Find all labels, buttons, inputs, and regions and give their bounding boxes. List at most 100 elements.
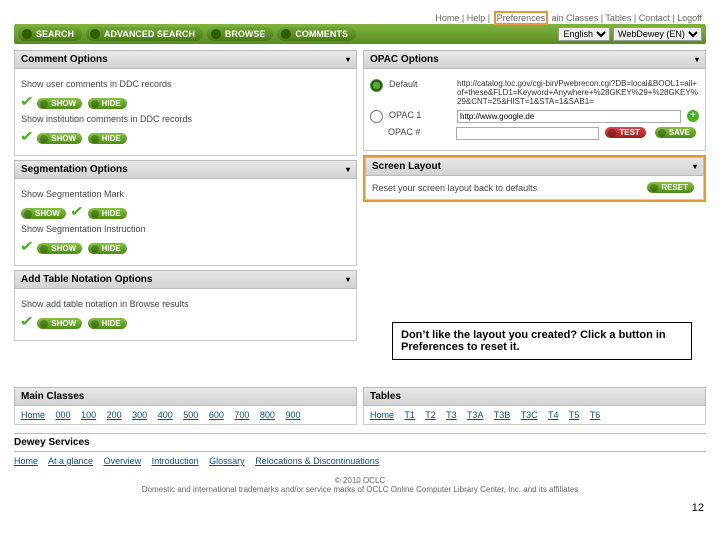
hide-button-5[interactable]: HIDE bbox=[88, 318, 127, 329]
tables-links: Home T1 T2 T3 T3A T3B T3C T4 T5 T6 bbox=[363, 406, 706, 425]
check-icon: ✔ bbox=[20, 313, 34, 330]
mc-900[interactable]: 900 bbox=[285, 410, 300, 420]
opac-default-radio[interactable] bbox=[370, 79, 383, 92]
search-button[interactable]: SEARCH bbox=[18, 27, 82, 41]
opac-title: OPAC Options bbox=[370, 54, 439, 65]
add-opac-icon[interactable]: + bbox=[687, 110, 699, 122]
mc-home[interactable]: Home bbox=[21, 410, 45, 420]
check-icon: ✔ bbox=[20, 238, 34, 255]
tbl-t3c[interactable]: T3C bbox=[521, 410, 538, 420]
screen-layout-header[interactable]: Screen Layout ▾ bbox=[365, 157, 704, 176]
test-button[interactable]: TEST bbox=[605, 127, 645, 138]
topnav-tables[interactable]: Tables bbox=[605, 13, 631, 23]
show-button-1[interactable]: SHOW bbox=[37, 98, 82, 109]
topnav-mainclasses[interactable]: ain Classes bbox=[552, 13, 599, 23]
callout-box: Don’t like the layout you created? Click… bbox=[392, 322, 692, 360]
top-nav: Home | Help | Preferences ain Classes | … bbox=[14, 12, 706, 24]
comment-inst-label: Show institution comments in DDC records bbox=[21, 114, 350, 124]
screen-layout-title: Screen Layout bbox=[372, 161, 441, 172]
tbl-t5[interactable]: T5 bbox=[569, 410, 580, 420]
tbl-t3b[interactable]: T3B bbox=[494, 410, 511, 420]
tables-header: Tables bbox=[363, 387, 706, 406]
advanced-search-button[interactable]: ADVANCED SEARCH bbox=[86, 27, 203, 41]
mc-000[interactable]: 000 bbox=[56, 410, 71, 420]
tbl-t2[interactable]: T2 bbox=[425, 410, 436, 420]
table-notation-title: Add Table Notation Options bbox=[21, 274, 152, 285]
screen-layout-text: Reset your screen layout back to default… bbox=[372, 183, 637, 193]
dw-glance[interactable]: At a glance bbox=[48, 456, 93, 466]
opac1-label: OPAC 1 bbox=[389, 110, 451, 120]
dw-intro[interactable]: Introduction bbox=[152, 456, 199, 466]
main-classes-links: Home 000 100 200 300 400 500 600 700 800… bbox=[14, 406, 357, 425]
check-icon: ✔ bbox=[20, 93, 34, 110]
dewey-services-header: Dewey Services bbox=[14, 433, 706, 452]
nav-bar: SEARCH ADVANCED SEARCH BROWSE COMMENTS E… bbox=[14, 24, 706, 44]
seg-instr-label: Show Segmentation Instruction bbox=[21, 224, 350, 234]
dw-glossary[interactable]: Glossary bbox=[209, 456, 245, 466]
caret-icon: ▾ bbox=[346, 275, 350, 284]
hide-button-2[interactable]: HIDE bbox=[88, 133, 127, 144]
opac1-input[interactable] bbox=[457, 110, 681, 123]
dw-home[interactable]: Home bbox=[14, 456, 38, 466]
show-button-5[interactable]: SHOW bbox=[37, 318, 82, 329]
mc-100[interactable]: 100 bbox=[81, 410, 96, 420]
segmentation-title: Segmentation Options bbox=[21, 164, 128, 175]
dw-overview[interactable]: Overview bbox=[104, 456, 142, 466]
mc-800[interactable]: 800 bbox=[260, 410, 275, 420]
page-number: 12 bbox=[0, 498, 720, 520]
caret-icon: ▾ bbox=[346, 165, 350, 174]
hide-button-4[interactable]: HIDE bbox=[88, 243, 127, 254]
hide-button-1[interactable]: HIDE bbox=[88, 98, 127, 109]
tbl-home[interactable]: Home bbox=[370, 410, 394, 420]
table-notation-header[interactable]: Add Table Notation Options ▾ bbox=[14, 270, 357, 289]
save-button[interactable]: SAVE bbox=[655, 127, 696, 138]
topnav-logoff[interactable]: Logoff bbox=[677, 13, 702, 23]
mc-700[interactable]: 700 bbox=[234, 410, 249, 420]
table-notation-label: Show add table notation in Browse result… bbox=[21, 299, 350, 309]
mc-500[interactable]: 500 bbox=[183, 410, 198, 420]
footer-copyright: © 2010 OCLC bbox=[14, 476, 706, 485]
topnav-contact[interactable]: Contact bbox=[639, 13, 670, 23]
browse-button[interactable]: BROWSE bbox=[207, 27, 274, 41]
tbl-t3a[interactable]: T3A bbox=[467, 410, 484, 420]
check-icon: ✔ bbox=[20, 128, 34, 145]
comment-users-label: Show user comments in DDC records bbox=[21, 79, 350, 89]
caret-icon: ▾ bbox=[346, 55, 350, 64]
mc-600[interactable]: 600 bbox=[209, 410, 224, 420]
opac-default-url: http://catalog.loc.gov/cgi-bin/Pwebrecon… bbox=[457, 79, 699, 106]
reset-button[interactable]: RESET bbox=[647, 182, 694, 193]
mc-400[interactable]: 400 bbox=[158, 410, 173, 420]
hide-button-3[interactable]: HIDE bbox=[88, 208, 127, 219]
segmentation-header[interactable]: Segmentation Options ▾ bbox=[14, 160, 357, 179]
dewey-links: Home At a glance Overview Introduction G… bbox=[14, 452, 706, 470]
show-button-2[interactable]: SHOW bbox=[37, 133, 82, 144]
seg-mark-label: Show Segmentation Mark bbox=[21, 189, 350, 199]
mc-300[interactable]: 300 bbox=[132, 410, 147, 420]
check-icon: ✔ bbox=[70, 203, 84, 220]
tbl-t3[interactable]: T3 bbox=[446, 410, 457, 420]
caret-icon: ▾ bbox=[695, 55, 699, 64]
tbl-t4[interactable]: T4 bbox=[548, 410, 559, 420]
topnav-help[interactable]: Help bbox=[467, 13, 486, 23]
caret-icon: ▾ bbox=[693, 162, 697, 171]
tbl-t6[interactable]: T6 bbox=[590, 410, 601, 420]
tbl-t1[interactable]: T1 bbox=[404, 410, 415, 420]
show-button-3[interactable]: SHOW bbox=[21, 208, 66, 219]
comments-button[interactable]: COMMENTS bbox=[277, 27, 356, 41]
topnav-home[interactable]: Home bbox=[435, 13, 459, 23]
opacn-input[interactable] bbox=[456, 127, 599, 140]
product-select[interactable]: WebDewey (EN) bbox=[613, 27, 702, 41]
opacn-label: OPAC # bbox=[388, 127, 450, 137]
mc-200[interactable]: 200 bbox=[107, 410, 122, 420]
comment-options-header[interactable]: Comment Options ▾ bbox=[14, 50, 357, 69]
main-classes-header: Main Classes bbox=[14, 387, 357, 406]
opac-default-label: Default bbox=[389, 79, 451, 89]
topnav-preferences[interactable]: Preferences bbox=[497, 13, 546, 23]
language-select[interactable]: English bbox=[558, 27, 610, 41]
dw-reloc[interactable]: Relocations & Discontinuations bbox=[255, 456, 379, 466]
opac1-radio[interactable] bbox=[370, 110, 383, 123]
show-button-4[interactable]: SHOW bbox=[37, 243, 82, 254]
comment-options-title: Comment Options bbox=[21, 54, 108, 65]
footer-legal: Domestic and international trademarks an… bbox=[14, 485, 706, 494]
opac-header[interactable]: OPAC Options ▾ bbox=[363, 50, 706, 69]
